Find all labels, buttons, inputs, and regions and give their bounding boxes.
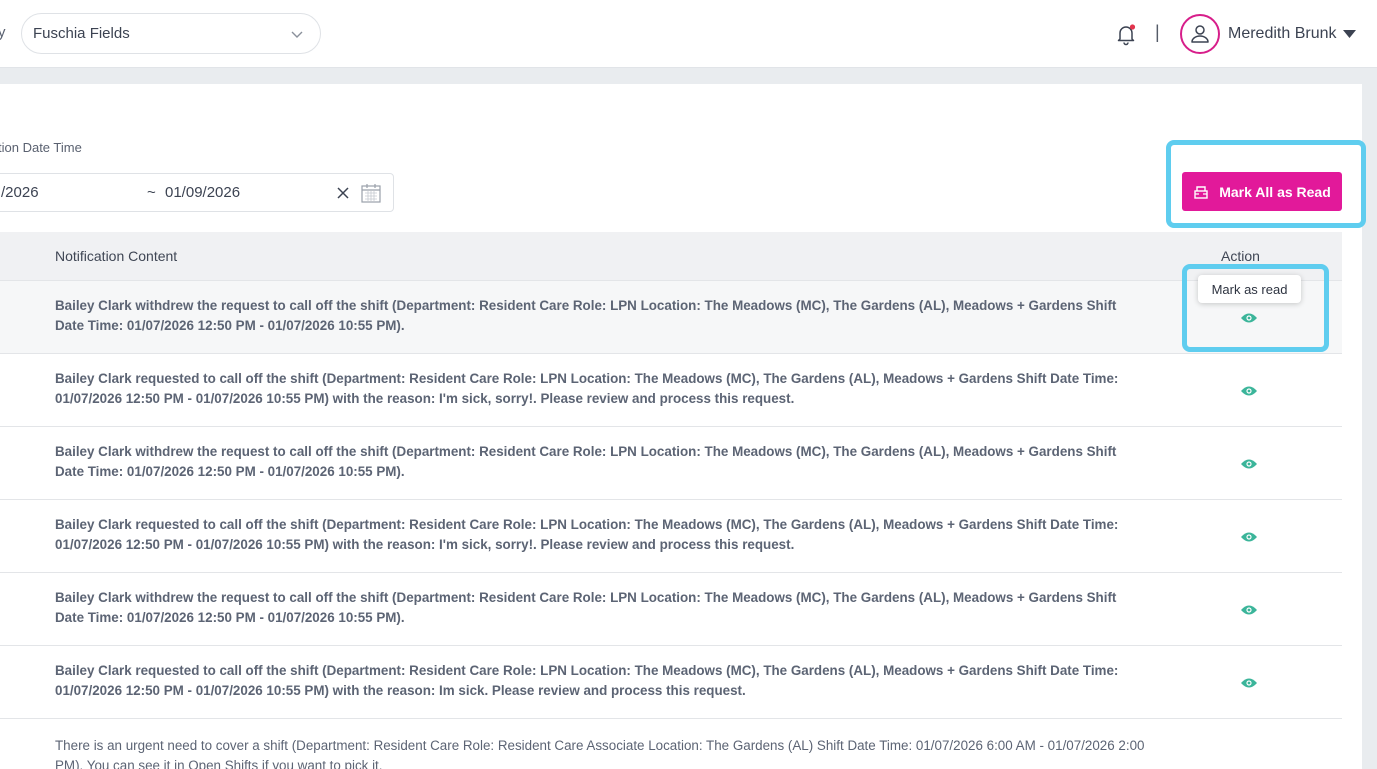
eye-icon[interactable] (1240, 603, 1258, 617)
start-date-input[interactable]: /2026 (1, 184, 39, 201)
notification-text: Bailey Clark withdrew the request to cal… (55, 590, 1117, 625)
table-row: Bailey Clark withdrew the request to cal… (0, 281, 1342, 354)
notification-text: Bailey Clark requested to call off the s… (55, 371, 1119, 406)
mark-read-icon (1193, 184, 1209, 200)
mark-as-read-tooltip: Mark as read (1198, 275, 1301, 303)
calendar-icon[interactable] (360, 182, 382, 204)
facility-select[interactable]: Fuschia Fields (21, 13, 321, 54)
table-row: Bailey Clark requested to call off the s… (0, 646, 1342, 719)
table-row: Bailey Clark requested to call off the s… (0, 500, 1342, 573)
notification-text: Bailey Clark withdrew the request to cal… (55, 444, 1117, 479)
mark-all-as-read-button[interactable]: Mark All as Read (1182, 172, 1342, 211)
column-header-action: Action (1221, 248, 1260, 264)
date-range-picker[interactable]: /2026 ~ 01/09/2026 (0, 173, 394, 212)
column-header-content: Notification Content (55, 248, 178, 264)
top-header: y Fuschia Fields | Meredith Brunk (0, 0, 1377, 68)
chevron-down-icon (290, 27, 304, 41)
caret-down-icon (1342, 29, 1356, 39)
close-icon[interactable] (334, 184, 352, 202)
header-separator: | (1155, 22, 1160, 42)
table-row: Bailey Clark withdrew the request to cal… (0, 427, 1342, 500)
user-menu[interactable]: Meredith Brunk (1180, 13, 1356, 54)
notification-text: Bailey Clark withdrew the request to cal… (55, 298, 1117, 333)
notification-text: Bailey Clark requested to call off the s… (55, 663, 1119, 698)
eye-icon[interactable] (1240, 384, 1258, 398)
mark-all-as-read-label: Mark All as Read (1219, 183, 1331, 200)
notification-text: There is an urgent need to cover a shift… (55, 738, 1145, 769)
facility-select-value: Fuschia Fields (33, 25, 130, 42)
notification-text: Bailey Clark requested to call off the s… (55, 517, 1119, 552)
eye-icon[interactable] (1240, 457, 1258, 471)
user-icon (1180, 13, 1220, 54)
end-date-input[interactable]: 01/09/2026 (165, 184, 240, 201)
table-row: Bailey Clark withdrew the request to cal… (0, 573, 1342, 646)
date-range-separator: ~ (147, 184, 156, 201)
date-filter-label: tion Date Time (0, 140, 82, 155)
table-row: Bailey Clark requested to call off the s… (0, 354, 1342, 427)
table-row: There is an urgent need to cover a shift… (0, 719, 1342, 769)
bell-icon[interactable] (1114, 22, 1138, 46)
eye-icon[interactable] (1240, 676, 1258, 690)
table-header: Notification Content Action (0, 232, 1342, 281)
eye-icon[interactable] (1240, 530, 1258, 544)
nav-label-partial: y (0, 24, 6, 41)
user-name: Meredith Brunk (1228, 24, 1337, 42)
